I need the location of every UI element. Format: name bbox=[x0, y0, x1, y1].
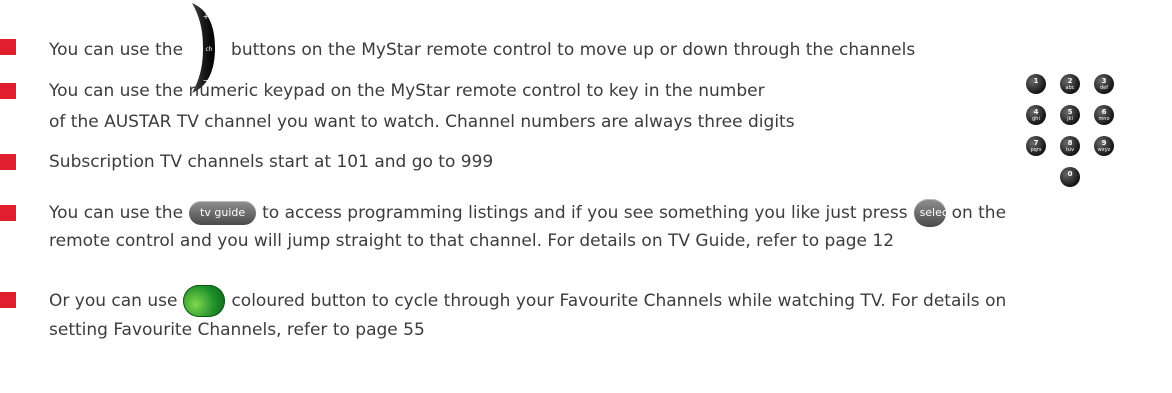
keypad-key-2: 3 def bbox=[1094, 74, 1114, 94]
rocker-ch-label: ch bbox=[205, 46, 212, 53]
bullet-marker bbox=[0, 154, 16, 170]
keypad-key-4: 5 jkl bbox=[1060, 105, 1080, 125]
tv-guide-button-icon: tv guide bbox=[189, 201, 257, 225]
bullet-marker bbox=[0, 292, 16, 308]
keypad-key-6: 7 pqrs bbox=[1026, 136, 1046, 156]
bullet-5-text-before: Or you can use bbox=[49, 291, 178, 311]
keypad-key-letters: tuv bbox=[1065, 147, 1075, 153]
bullet-4-line-2: remote control and you will jump straigh… bbox=[49, 231, 895, 251]
keypad-key-number: 0 bbox=[1067, 170, 1073, 178]
keypad-key-letters: ghi bbox=[1032, 116, 1040, 122]
bullet-5-line-2: setting Favourite Channels, refer to pag… bbox=[49, 320, 425, 340]
keypad-key-number: 6 bbox=[1101, 108, 1107, 116]
select-button-icon: select bbox=[913, 199, 952, 227]
bullet-4-text-middle: to access programming listings and if yo… bbox=[262, 203, 908, 223]
keypad-key-number: 7 bbox=[1033, 139, 1039, 147]
bullet-5-text-after: coloured button to cycle through your Fa… bbox=[231, 291, 1007, 311]
keypad-key-letters: abc bbox=[1065, 85, 1075, 91]
bullet-marker bbox=[0, 83, 16, 99]
keypad-key-letters: pqrs bbox=[1030, 147, 1042, 153]
bullet-2-line-1: You can use the numeric keypad on the My… bbox=[49, 81, 765, 101]
keypad-key-number: 8 bbox=[1067, 139, 1073, 147]
keypad-key-letters: mno bbox=[1098, 116, 1110, 122]
keypad-key-number: 2 bbox=[1067, 77, 1073, 85]
rocker-plus-label: + bbox=[203, 12, 210, 21]
keypad-key-8: 9 wxyz bbox=[1094, 136, 1114, 156]
keypad-key-number: 9 bbox=[1101, 139, 1107, 147]
keypad-key-letters: def bbox=[1099, 85, 1108, 91]
keypad-key-0: 1 bbox=[1026, 74, 1046, 94]
keypad-key-letters: wxyz bbox=[1097, 147, 1111, 153]
green-button-icon bbox=[183, 285, 226, 317]
keypad-key-5: 6 mno bbox=[1094, 105, 1114, 125]
keypad-key-number: 4 bbox=[1033, 108, 1039, 116]
keypad-key-1: 2 abc bbox=[1060, 74, 1080, 94]
bullet-3-text: Subscription TV channels start at 101 an… bbox=[49, 152, 494, 172]
keypad-key-number: 5 bbox=[1067, 108, 1073, 116]
bullet-4-text-before: You can use the bbox=[49, 203, 184, 223]
bullet-5-line-1: Or you can use coloured button to cycle t… bbox=[49, 284, 1006, 318]
keypad-key-7: 8 tuv bbox=[1060, 136, 1080, 156]
bullet-marker bbox=[0, 205, 16, 221]
bullet-marker bbox=[0, 39, 16, 55]
keypad-key-number: 1 bbox=[1033, 77, 1039, 85]
keypad-key-number: 3 bbox=[1101, 77, 1107, 85]
keypad-key-9: 0 bbox=[1060, 167, 1080, 187]
keypad-key-letters: jkl bbox=[1067, 116, 1073, 122]
bullet-4-line-1: You can use the tv guide to access program… bbox=[49, 199, 1006, 227]
keypad-key-3: 4 ghi bbox=[1026, 105, 1046, 125]
bullet-4-text-after: on the bbox=[951, 203, 1007, 223]
numeric-keypad-icon: 1 2 abc 3 def 4 ghi 5 jkl 6 mno 7 pqrs 8 tuv 9 wxyz 0 bbox=[1024, 74, 1154, 192]
bullet-2-line-2: of the AUSTAR TV channel you want to wat… bbox=[49, 112, 795, 132]
